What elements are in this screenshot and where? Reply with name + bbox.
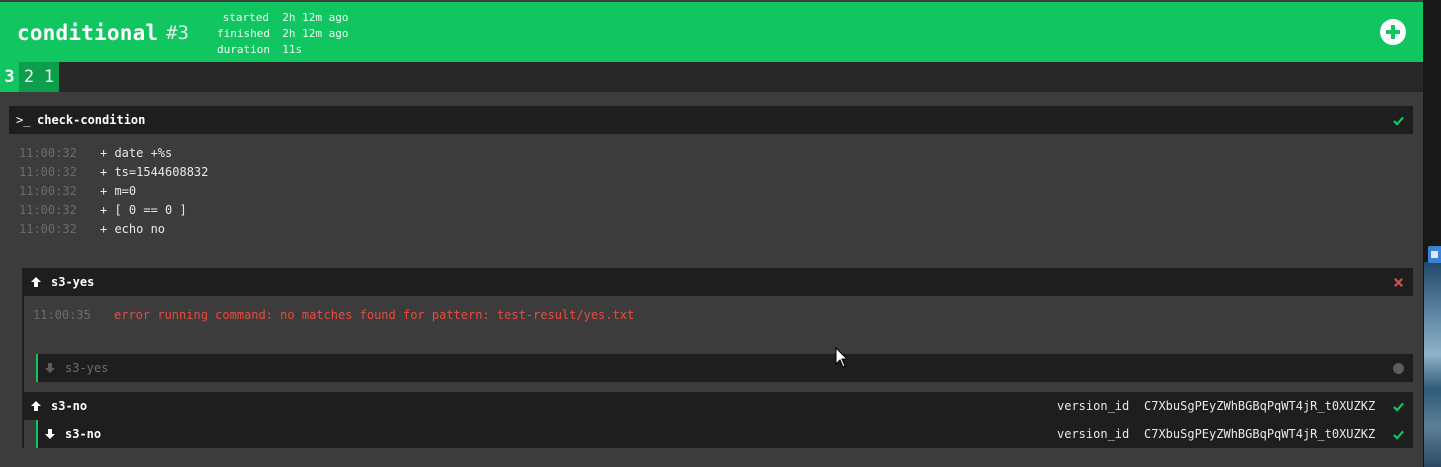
build-tab-2[interactable]: 2 [19, 62, 39, 92]
step-name: s3-no [65, 427, 102, 441]
log-timestamp: 11:00:32 [19, 165, 77, 179]
build-tab-3[interactable]: 3 [0, 62, 19, 92]
pending-dot-icon [1393, 363, 1404, 374]
succeeded-check-icon [1393, 116, 1404, 126]
log-text: + ts=1544608832 [100, 165, 209, 179]
log-text: + m=0 [100, 184, 137, 198]
build-tabs: 3 2 1 [0, 62, 1423, 92]
version-value: C7XbuSgPEyZWhBGBqPqWT4jR_t0XUZKZ [1144, 427, 1376, 441]
version-key: version_id [1057, 399, 1130, 413]
build-number: #3 [166, 22, 189, 44]
arrow-up-icon [31, 401, 41, 411]
desktop-wallpaper [1424, 262, 1441, 467]
trigger-build-icon[interactable] [1380, 19, 1406, 45]
arrow-up-icon [31, 277, 41, 287]
succeeded-check-icon [1393, 430, 1404, 440]
version-key: version_id [1057, 427, 1130, 441]
build-tab-1[interactable]: 1 [39, 62, 59, 92]
duration-row: duration 11s [217, 42, 302, 58]
mouse-cursor-icon [835, 347, 849, 368]
log-text: + [ 0 == 0 ] [100, 203, 187, 217]
step-name: s3-yes [51, 275, 95, 289]
log-timestamp: 11:00:32 [19, 222, 77, 236]
duration-label: duration [217, 43, 270, 56]
succeeded-check-icon [1393, 402, 1404, 412]
step-header-put-s3-no[interactable]: s3-no version_id C7XbuSgPEyZWhBGBqPqWT4j… [24, 392, 1413, 420]
step-header-get-s3-no[interactable]: s3-no version_id C7XbuSgPEyZWhBGBqPqWT4j… [38, 420, 1413, 448]
started-row: started 2h 12m ago [217, 10, 349, 26]
build-header: conditional #3 started 2h 12m ago finish… [0, 2, 1423, 62]
step-header-check-condition[interactable]: >_ check-condition [9, 106, 1413, 134]
concourse-build-page: conditional #3 started 2h 12m ago finish… [0, 0, 1423, 467]
log-text: + echo no [100, 222, 166, 236]
step-name: s3-yes [65, 361, 109, 375]
finished-value: 2h 12m ago [282, 27, 349, 40]
log-timestamp: 11:00:35 [33, 308, 91, 322]
started-value: 2h 12m ago [282, 11, 349, 24]
error-text: error running command: no matches found … [114, 308, 635, 322]
finished-row: finished 2h 12m ago [217, 26, 348, 42]
log-text: + date +%s [100, 146, 173, 160]
step-header-get-s3-yes[interactable]: s3-yes [38, 354, 1413, 382]
step-header-put-s3-yes[interactable]: s3-yes [24, 268, 1413, 296]
arrow-down-icon [45, 429, 55, 439]
job-name: conditional [17, 21, 159, 45]
log-timestamp: 11:00:32 [19, 184, 77, 198]
step-name: s3-no [51, 399, 88, 413]
finished-label: finished [217, 27, 270, 40]
duration-value: 11s [282, 43, 303, 56]
version-value: C7XbuSgPEyZWhBGBqPqWT4jR_t0XUZKZ [1144, 399, 1376, 413]
log-timestamp: 11:00:32 [19, 146, 77, 160]
log-timestamp: 11:00:32 [19, 203, 77, 217]
failed-x-icon [1394, 278, 1403, 287]
started-label: started [222, 11, 269, 24]
desktop-folder-icon [1428, 246, 1441, 263]
arrow-down-icon [45, 363, 55, 373]
step-name: check-condition [37, 113, 146, 127]
terminal-icon: >_ [16, 113, 31, 127]
